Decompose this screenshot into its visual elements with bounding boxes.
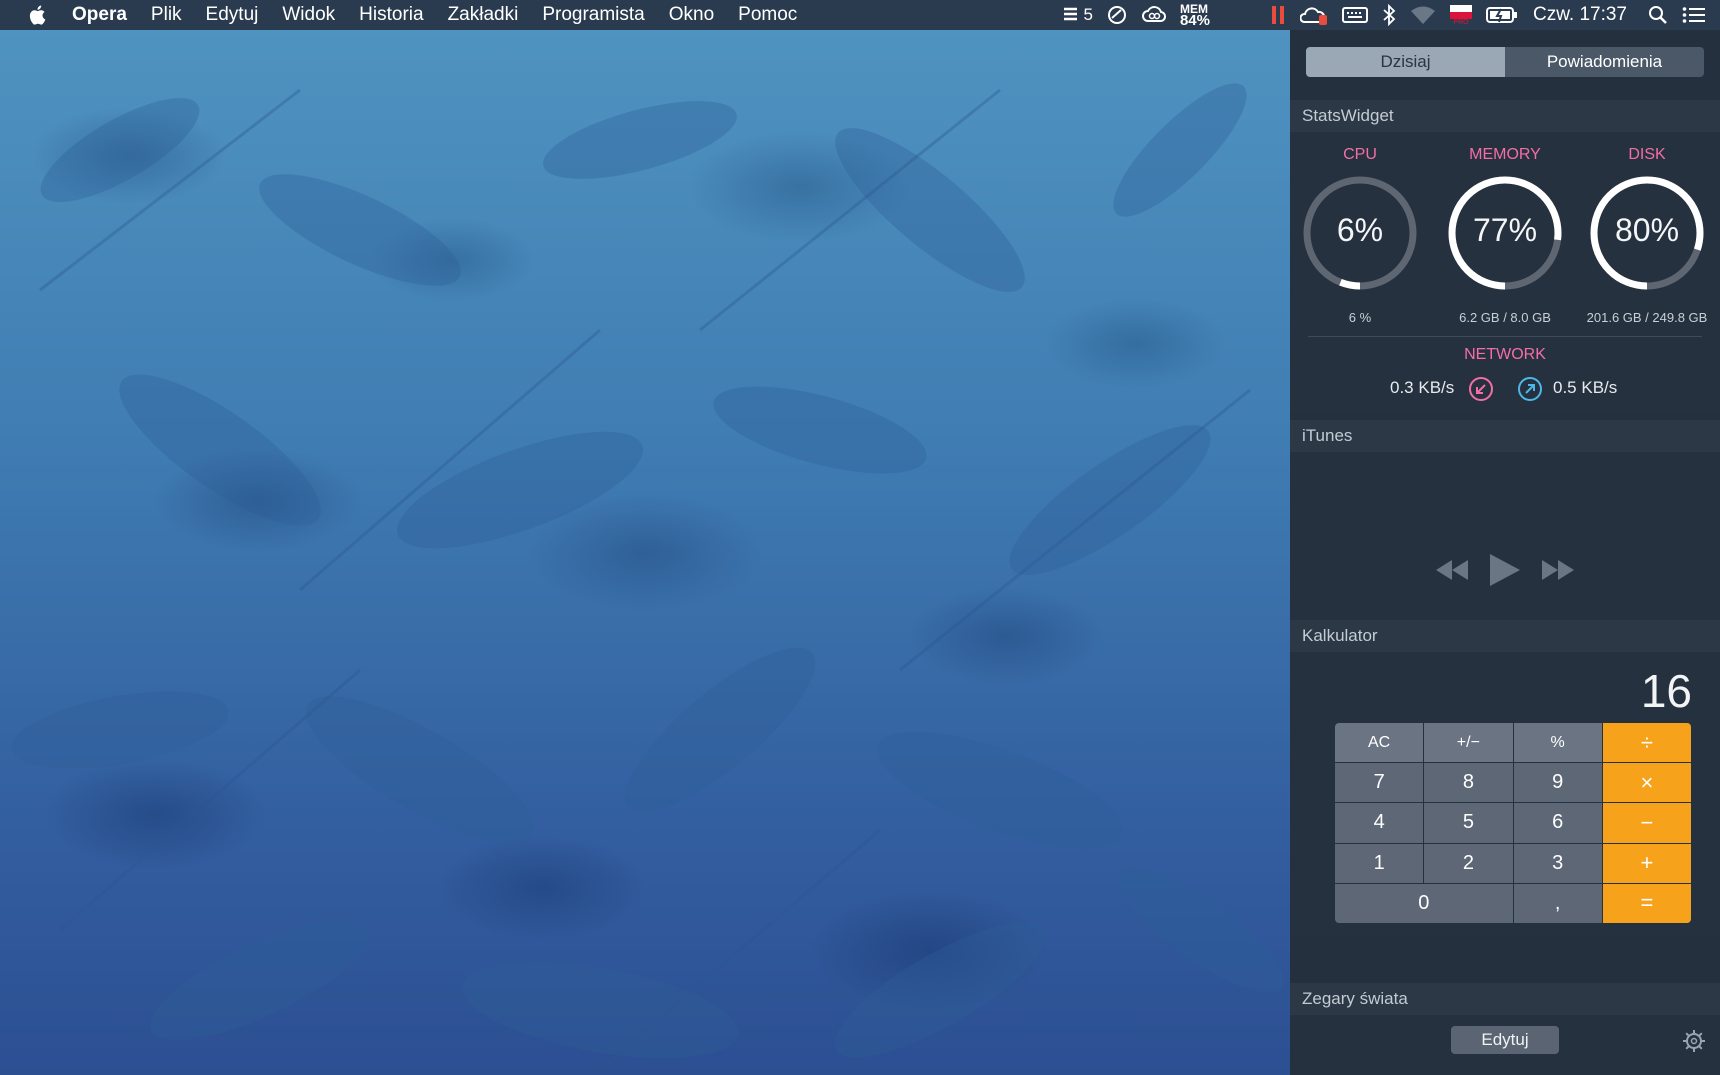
network-download-value: 0.3 KB/s bbox=[1390, 378, 1455, 397]
play-icon[interactable] bbox=[1488, 552, 1522, 588]
calc-key-7[interactable]: 7 bbox=[1335, 763, 1424, 803]
language-flag-icon[interactable]: PRO bbox=[1450, 0, 1472, 30]
tab-today[interactable]: Dzisiaj bbox=[1306, 47, 1505, 77]
calc-key-ac[interactable]: AC bbox=[1335, 723, 1424, 763]
calc-key-minus[interactable]: − bbox=[1602, 803, 1691, 843]
memory-detail: 6.2 GB / 8.0 GB bbox=[1459, 310, 1551, 325]
disk-label: DISK bbox=[1628, 146, 1666, 163]
world-clock-widget-header: Zegary świata bbox=[1290, 983, 1720, 1015]
calc-key-3[interactable]: 3 bbox=[1513, 843, 1602, 883]
memory-value: 77% bbox=[1472, 212, 1538, 248]
calc-key-2[interactable]: 2 bbox=[1424, 843, 1513, 883]
calc-key-9[interactable]: 9 bbox=[1513, 763, 1602, 803]
calc-key-percent[interactable]: % bbox=[1513, 723, 1602, 763]
notification-center-panel: Dzisiaj Powiadomienia StatsWidget CPU 6%… bbox=[1290, 30, 1720, 1075]
menu-plik[interactable]: Plik bbox=[151, 4, 182, 26]
menu-okno[interactable]: Okno bbox=[669, 4, 714, 26]
calculator-display: 16 bbox=[1640, 665, 1692, 717]
network-upload-value: 0.5 KB/s bbox=[1553, 378, 1618, 397]
desktop-wallpaper bbox=[0, 30, 1290, 1075]
app-menu-opera[interactable]: Opera bbox=[72, 4, 127, 26]
home-cloud-icon[interactable] bbox=[1300, 0, 1328, 30]
memory-status-item[interactable]: MEM 84% bbox=[1179, 3, 1210, 29]
world-clock-widget-title: Zegary świata bbox=[1302, 989, 1408, 1008]
pause-icon[interactable] bbox=[1270, 0, 1286, 30]
calc-key-multiply[interactable]: × bbox=[1602, 763, 1691, 803]
itunes-widget-header: iTunes bbox=[1290, 420, 1720, 452]
stack-icon bbox=[1063, 7, 1077, 21]
apple-menu-icon[interactable] bbox=[28, 4, 48, 26]
menubar-clock[interactable]: Czw. 17:37 bbox=[1533, 4, 1627, 26]
calc-key-8[interactable]: 8 bbox=[1424, 763, 1513, 803]
bluetooth-icon[interactable] bbox=[1382, 0, 1396, 30]
menu-programista[interactable]: Programista bbox=[542, 4, 644, 26]
download-arrow-icon bbox=[1469, 377, 1493, 401]
stats-widget-header: StatsWidget bbox=[1290, 100, 1720, 132]
nc-footer: Edytuj bbox=[1290, 1015, 1720, 1075]
menu-pomoc[interactable]: Pomoc bbox=[738, 4, 797, 26]
itunes-controls bbox=[1290, 552, 1720, 588]
menu-zakladki[interactable]: Zakładki bbox=[448, 4, 519, 26]
calculator-widget: 16 AC +/− % ÷ 7 8 9 × 4 5 6 − 1 2 3 + 0 … bbox=[1290, 652, 1720, 937]
memory-label: MEMORY bbox=[1469, 146, 1541, 163]
calculator-keypad: AC +/− % ÷ 7 8 9 × 4 5 6 − 1 2 3 + 0 , = bbox=[1335, 723, 1691, 923]
calc-key-6[interactable]: 6 bbox=[1513, 803, 1602, 843]
calc-key-5[interactable]: 5 bbox=[1424, 803, 1513, 843]
calc-key-comma[interactable]: , bbox=[1513, 883, 1602, 923]
itunes-widget bbox=[1290, 452, 1720, 620]
mem-value: 84% bbox=[1179, 12, 1210, 29]
flag-badge: PRO bbox=[1453, 18, 1469, 26]
keyboard-icon[interactable] bbox=[1342, 0, 1368, 30]
gear-icon[interactable] bbox=[1682, 1029, 1706, 1053]
menu-edytuj[interactable]: Edytuj bbox=[206, 4, 259, 26]
upload-arrow-icon bbox=[1518, 377, 1542, 401]
battery-icon[interactable] bbox=[1486, 0, 1518, 30]
menu-widok[interactable]: Widok bbox=[282, 4, 335, 26]
sync-icon[interactable] bbox=[1107, 0, 1127, 30]
calculator-widget-header: Kalkulator bbox=[1290, 620, 1720, 652]
calc-key-plus[interactable]: + bbox=[1602, 843, 1691, 883]
calc-key-4[interactable]: 4 bbox=[1335, 803, 1424, 843]
stats-widget[interactable]: CPU 6% 6 % MEMORY 77% 6.2 GB / 8.0 GB DI… bbox=[1290, 132, 1720, 412]
nc-tab-switcher: Dzisiaj Powiadomienia bbox=[1306, 47, 1704, 77]
network-label: NETWORK bbox=[1464, 346, 1546, 363]
leaf-pattern bbox=[11, 83, 1284, 1072]
calc-key-1[interactable]: 1 bbox=[1335, 843, 1424, 883]
edit-widgets-button[interactable]: Edytuj bbox=[1451, 1026, 1559, 1054]
calc-key-sign[interactable]: +/− bbox=[1424, 723, 1513, 763]
stats-divider bbox=[1308, 336, 1702, 337]
menu-historia[interactable]: Historia bbox=[359, 4, 423, 26]
tasks-count: 5 bbox=[1083, 5, 1093, 24]
cpu-value: 6% bbox=[1336, 212, 1384, 248]
spotlight-search-icon[interactable] bbox=[1648, 0, 1668, 30]
rewind-icon[interactable] bbox=[1434, 558, 1470, 582]
cpu-label: CPU bbox=[1343, 146, 1377, 163]
menu-bar: Opera Plik Edytuj Widok Historia Zakładk… bbox=[0, 0, 1720, 30]
calculator-widget-title: Kalkulator bbox=[1302, 626, 1378, 645]
tasks-status-item[interactable]: 5 bbox=[1061, 0, 1093, 30]
calc-key-equals[interactable]: = bbox=[1602, 883, 1691, 923]
cpu-detail: 6 % bbox=[1348, 310, 1372, 325]
fast-forward-icon[interactable] bbox=[1540, 558, 1576, 582]
tab-notifications[interactable]: Powiadomienia bbox=[1505, 47, 1704, 77]
itunes-widget-title: iTunes bbox=[1302, 426, 1353, 445]
calc-key-0[interactable]: 0 bbox=[1335, 883, 1513, 923]
wifi-icon[interactable] bbox=[1410, 0, 1436, 30]
calc-key-divide[interactable]: ÷ bbox=[1602, 723, 1691, 763]
creative-cloud-icon[interactable] bbox=[1141, 0, 1167, 30]
notification-center-icon[interactable] bbox=[1682, 0, 1706, 30]
disk-value: 80% bbox=[1614, 212, 1680, 248]
disk-detail: 201.6 GB / 249.8 GB bbox=[1586, 310, 1708, 325]
stats-widget-title: StatsWidget bbox=[1302, 106, 1394, 125]
